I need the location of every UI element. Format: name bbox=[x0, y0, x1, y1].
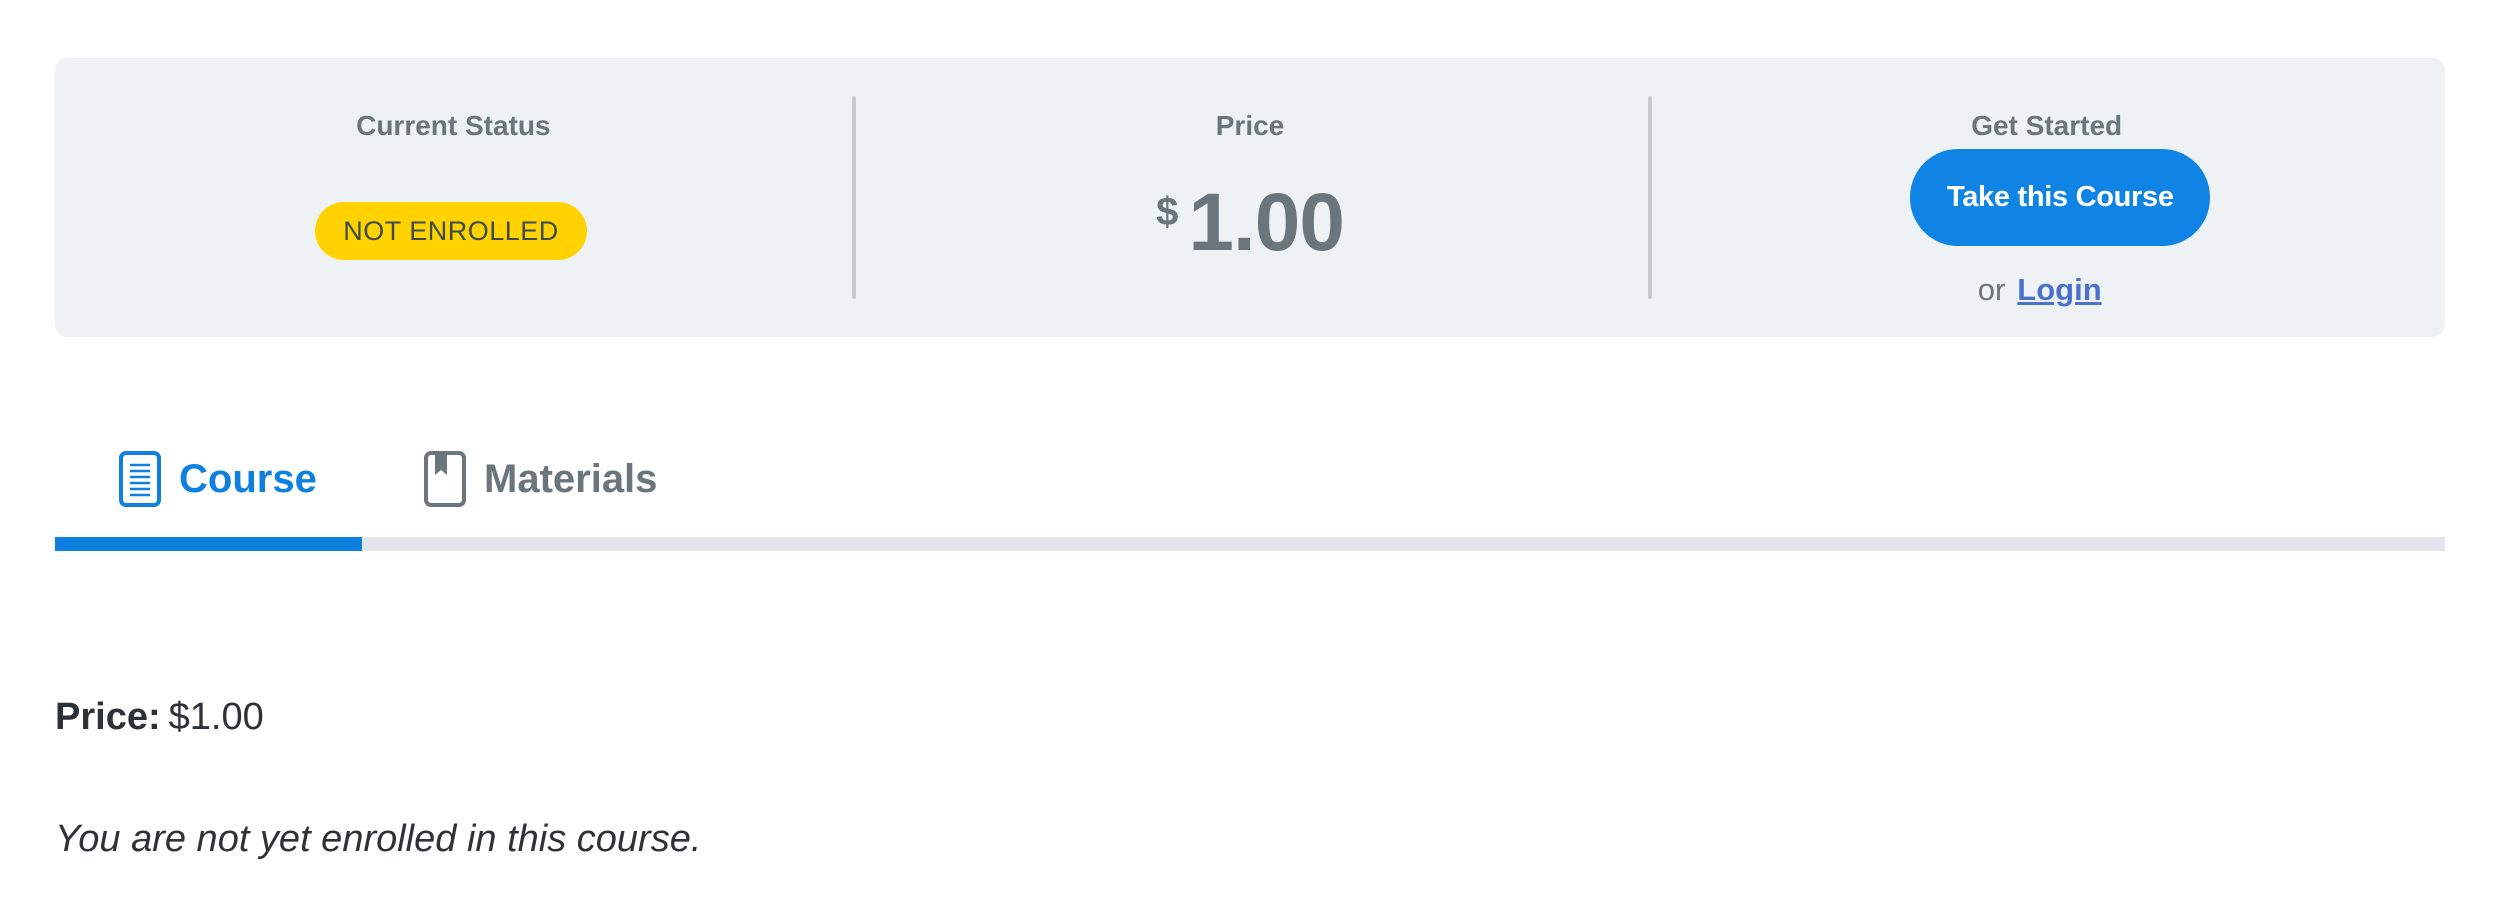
price-heading: Price bbox=[1215, 110, 1285, 141]
price-column: Price $1.00 bbox=[851, 58, 1649, 337]
price-display: $1.00 bbox=[852, 176, 1649, 270]
course-tabs: Course Materials bbox=[55, 420, 2445, 551]
get-started-heading: Get Started bbox=[1971, 110, 2123, 141]
current-status-column: Current Status NOT ENROLLED bbox=[55, 58, 852, 337]
get-started-column: Get Started Take this Course or Login bbox=[1648, 58, 2445, 337]
price-summary-label: Price: bbox=[55, 696, 161, 738]
tab-materials-label: Materials bbox=[484, 456, 658, 501]
bookmark-book-icon bbox=[422, 450, 468, 508]
enrollment-status-badge: NOT ENROLLED bbox=[315, 202, 587, 260]
tab-course[interactable]: Course bbox=[117, 420, 317, 538]
take-this-course-button[interactable]: Take this Course bbox=[1910, 149, 2211, 246]
course-status-bar: Current Status NOT ENROLLED Price $1.00 … bbox=[55, 58, 2445, 337]
price-currency-symbol: $ bbox=[1156, 190, 1179, 234]
document-icon bbox=[117, 450, 163, 508]
tab-course-label: Course bbox=[179, 456, 317, 501]
tab-active-indicator bbox=[55, 537, 362, 551]
tab-materials[interactable]: Materials bbox=[422, 420, 657, 538]
enrollment-notice: You are not yet enrolled in this course. bbox=[55, 818, 702, 860]
login-prompt: or Login bbox=[1648, 272, 2445, 308]
price-summary: Price: $1.00 bbox=[55, 696, 264, 739]
login-link[interactable]: Login bbox=[2017, 272, 2101, 307]
price-amount: 1.00 bbox=[1188, 177, 1345, 268]
current-status-heading: Current Status bbox=[356, 110, 551, 141]
or-text: or bbox=[1977, 272, 2006, 307]
tab-track bbox=[55, 537, 2445, 551]
price-summary-value: $1.00 bbox=[168, 696, 264, 738]
